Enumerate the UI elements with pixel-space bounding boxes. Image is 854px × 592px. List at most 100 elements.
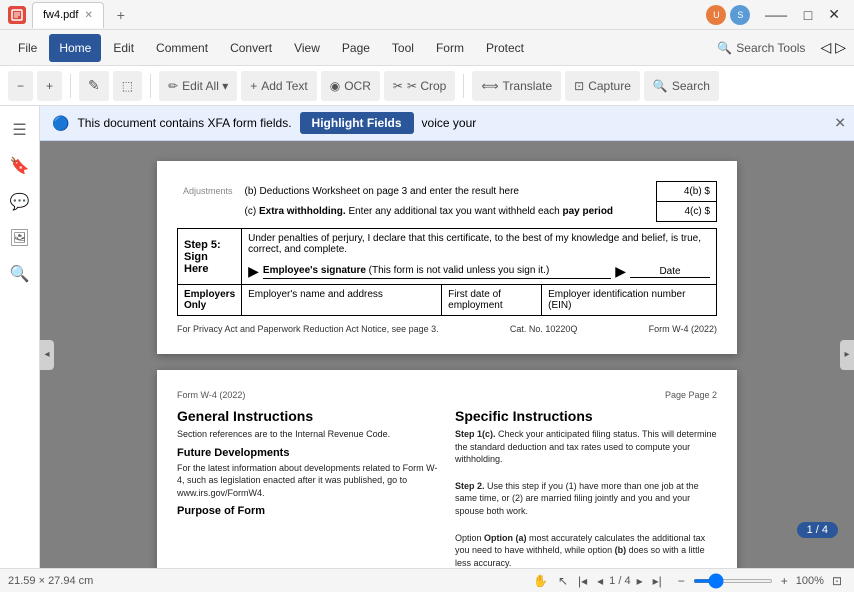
form-name: Form W-4 (2022) xyxy=(649,324,717,334)
menu-form[interactable]: Form xyxy=(426,34,474,62)
sidebar-comments-icon[interactable]: 💬 xyxy=(4,186,36,218)
search-tools-button[interactable]: 🔍 Search Tools xyxy=(708,33,814,63)
menu-page[interactable]: Page xyxy=(332,34,380,62)
first-date-label: First date of employment xyxy=(448,289,502,311)
date-field: Date xyxy=(630,266,710,278)
back-button[interactable]: ◁ xyxy=(820,39,831,56)
menu-tool[interactable]: Tool xyxy=(382,34,424,62)
fit-page-button[interactable]: ⊡ xyxy=(828,572,846,590)
maximize-button[interactable]: □ xyxy=(798,5,818,25)
separator-1 xyxy=(70,74,71,98)
employer-name-label: Employer's name and address xyxy=(248,289,383,300)
menu-comment[interactable]: Comment xyxy=(146,34,218,62)
notification-close-icon[interactable]: ✕ xyxy=(834,115,846,132)
adjustments-label: Adjustments xyxy=(183,186,233,196)
translate-icon: ⟺ xyxy=(481,79,498,93)
general-instructions-title: General Instructions xyxy=(177,408,439,424)
specific-instructions-col: Specific Instructions Step 1(c). Check y… xyxy=(455,408,717,568)
forward-button[interactable]: ▷ xyxy=(835,39,846,56)
collapse-left-handle[interactable]: ◂ xyxy=(40,340,54,370)
menu-view[interactable]: View xyxy=(284,34,330,62)
sig-note: (This form is not valid unless you sign … xyxy=(369,265,550,276)
nav-last-button[interactable]: ▸| xyxy=(649,572,666,590)
page-counter: 1 / 4 xyxy=(609,575,630,587)
menu-file[interactable]: File xyxy=(8,34,47,62)
search-button[interactable]: 🔍 Search xyxy=(644,71,719,101)
purpose-title: Purpose of Form xyxy=(177,505,439,517)
nav-prev-button[interactable]: ◂ xyxy=(593,572,607,590)
page-indicator-badge: 1 / 4 xyxy=(797,522,838,538)
nav-cursor-button[interactable]: ↖ xyxy=(554,572,572,590)
ocr-button[interactable]: ◉ OCR xyxy=(321,71,380,101)
step1c-bold: Step 1(c). xyxy=(455,429,496,439)
zoom-controls: − + 100% ⊡ xyxy=(674,572,846,590)
tab-close-icon[interactable]: ✕ xyxy=(84,10,92,21)
title-bar: fw4.pdf ✕ + U S ⸺ □ ✕ xyxy=(0,0,854,30)
menu-edit[interactable]: Edit xyxy=(103,34,144,62)
status-right: ✋ ↖ |◂ ◂ 1 / 4 ▸ ▸| − + 100% ⊡ xyxy=(529,572,846,590)
row-b-label: (b) xyxy=(245,186,257,197)
adjustments-table: Adjustments (b) Deductions Worksheet on … xyxy=(177,181,717,222)
search-tools-icon: 🔍 xyxy=(717,41,732,55)
row-c-text: Enter any additional tax you want withhe… xyxy=(348,206,562,217)
menu-protect[interactable]: Protect xyxy=(476,34,534,62)
sidebar-bookmarks-icon[interactable]: 🔖 xyxy=(4,150,36,182)
menu-home[interactable]: Home xyxy=(49,34,101,62)
future-dev-text: For the latest information about develop… xyxy=(177,462,439,500)
nav-next-button[interactable]: ▸ xyxy=(633,572,647,590)
table-row: Step 5: SignHere Under penalties of perj… xyxy=(178,229,717,285)
capture-button[interactable]: ⊡ Capture xyxy=(565,71,640,101)
zoom-slider[interactable] xyxy=(693,579,773,583)
add-text-icon: + xyxy=(250,79,257,93)
employee-sig-label: Employee's signature (This form is not v… xyxy=(263,265,549,276)
privacy-text: For Privacy Act and Paperwork Reduction … xyxy=(177,324,439,334)
zoom-out-button[interactable]: − xyxy=(8,71,33,101)
translate-button[interactable]: ⟺ Translate xyxy=(472,71,561,101)
edit-icon: ✏ xyxy=(168,79,178,93)
sidebar-left: ☰ 🔖 💬 🖼 🔍 xyxy=(0,106,40,568)
row-b-ref: 4(b) $ xyxy=(684,186,710,197)
collapse-right-handle[interactable]: ▸ xyxy=(840,340,854,370)
row-c-ref: 4(c) $ xyxy=(684,206,710,217)
select-tool-button[interactable]: ⬚ xyxy=(113,71,142,101)
menu-convert[interactable]: Convert xyxy=(220,34,282,62)
capture-icon: ⊡ xyxy=(574,79,584,93)
zoom-out-status-button[interactable]: − xyxy=(674,572,689,590)
pdf-area[interactable]: ◂ ▸ Adjustments (b) Deductions Worksheet… xyxy=(40,141,854,568)
zoom-in-status-button[interactable]: + xyxy=(777,572,792,590)
add-text-button[interactable]: + Add Text xyxy=(241,71,317,101)
page2-header: Form W-4 (2022) Page Page 2 xyxy=(177,390,717,400)
title-bar-left: fw4.pdf ✕ + xyxy=(8,2,706,28)
pdf-page-2: Form W-4 (2022) Page Page 2 General Inst… xyxy=(157,370,737,568)
zoom-out-icon: − xyxy=(17,79,24,93)
nav-first-button[interactable]: |◂ xyxy=(574,572,591,590)
sidebar-thumbnails-icon[interactable]: ☰ xyxy=(4,114,36,146)
step5-description: Under penalties of perjury, I declare th… xyxy=(248,233,701,255)
zoom-in-button[interactable]: + xyxy=(37,71,62,101)
hand-tool-button[interactable]: ✎ xyxy=(79,71,109,101)
minimize-button[interactable]: ⸺ xyxy=(758,3,793,27)
separator-2 xyxy=(150,74,151,98)
user-avatar-1: U xyxy=(706,5,726,25)
ocr-icon: ◉ xyxy=(330,79,340,93)
hand-icon: ✎ xyxy=(88,77,100,94)
tab-fw4[interactable]: fw4.pdf ✕ xyxy=(32,2,104,28)
tab-title: fw4.pdf xyxy=(43,9,78,21)
close-button[interactable]: ✕ xyxy=(822,4,846,25)
sidebar-attachments-icon[interactable]: 🖼 xyxy=(4,222,36,254)
general-instructions-col: General Instructions Section references … xyxy=(177,408,439,568)
option-a-text: Option xyxy=(455,533,484,543)
nav-hand-button[interactable]: ✋ xyxy=(529,572,552,590)
section-references-text: Section references are to the Internal R… xyxy=(177,428,439,441)
step5-label: Step 5: xyxy=(184,239,235,251)
nav-controls: ✋ ↖ |◂ ◂ 1 / 4 ▸ ▸| xyxy=(529,572,666,590)
highlight-fields-button[interactable]: Highlight Fields xyxy=(300,112,414,134)
row-b-text: Deductions Worksheet on page 3 and enter… xyxy=(260,186,519,197)
sidebar-search-icon[interactable]: 🔍 xyxy=(4,258,36,290)
zoom-level: 100% xyxy=(796,575,824,587)
crop-button[interactable]: ✂ ✂ Crop xyxy=(384,71,455,101)
new-tab-button[interactable]: + xyxy=(110,4,132,26)
main-layout: ☰ 🔖 💬 🖼 🔍 🔵 This document contains XFA f… xyxy=(0,106,854,568)
form-icon: 🔵 xyxy=(52,115,69,132)
edit-all-button[interactable]: ✏ Edit All ▾ xyxy=(159,71,237,101)
